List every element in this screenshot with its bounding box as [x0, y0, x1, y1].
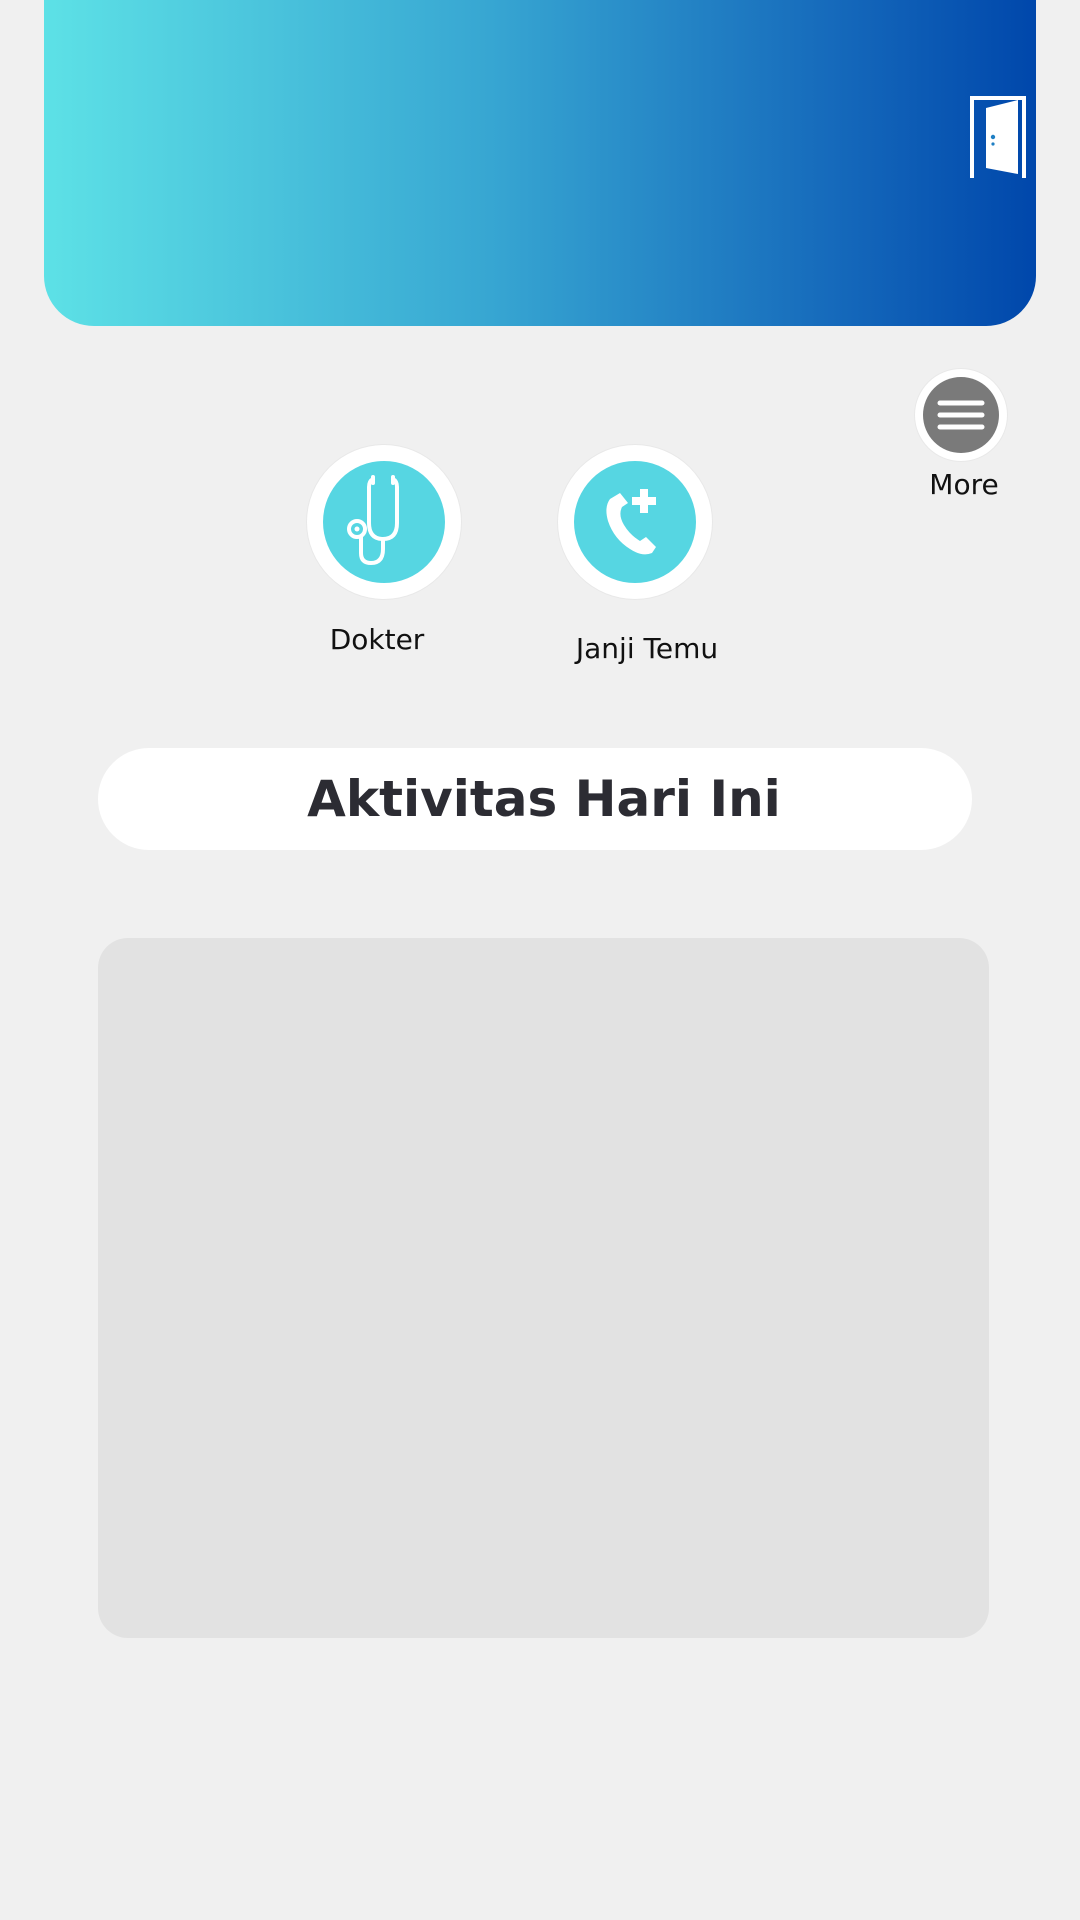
janji-temu-circle [558, 445, 712, 599]
phone-plus-icon [606, 489, 656, 555]
more-icon-bg [923, 377, 999, 453]
menu-item-more[interactable]: More [912, 366, 1016, 506]
header-banner [44, 0, 1036, 326]
activity-header: Aktivitas Hari Ini [98, 748, 972, 850]
menu-label-dokter: Dokter [329, 623, 425, 656]
janji-temu-icon-bg [574, 461, 696, 583]
more-circle [915, 369, 1007, 461]
door-open-icon [970, 96, 1026, 178]
activity-panel [98, 938, 989, 1638]
dokter-icon-bg [323, 461, 445, 583]
menu-item-janji-temu[interactable]: Janji Temu [556, 444, 736, 674]
menu-label-janji-temu: Janji Temu [575, 632, 719, 665]
activity-title: Aktivitas Hari Ini [307, 770, 781, 828]
stethoscope-icon [347, 475, 399, 565]
menu-item-dokter[interactable]: Dokter [306, 444, 466, 664]
logout-button[interactable] [968, 94, 1028, 180]
hamburger-menu-icon [937, 400, 985, 430]
dokter-circle [307, 445, 461, 599]
menu-label-more: More [929, 468, 999, 501]
